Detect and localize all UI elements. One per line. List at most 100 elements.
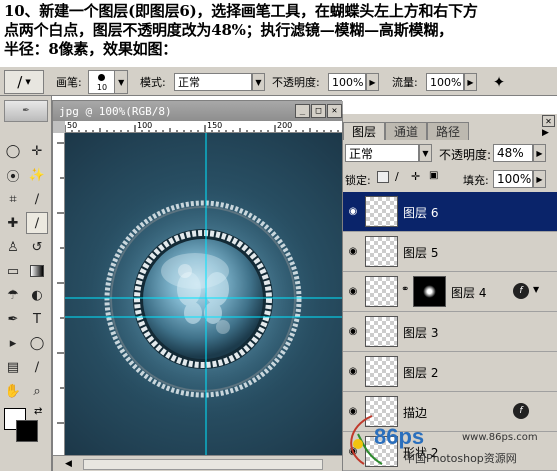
crop-tool-icon[interactable]: ⌗ [2,188,24,210]
flow-label: 流量: [392,76,418,89]
document-window: jpg @ 100%(RGB/8) _ □ ✕ 50 100 150 200 ◀ [52,100,343,471]
layer-thumbnail [365,316,398,347]
layer-row[interactable]: ◉ 图层 5 [343,232,557,272]
instruction-line-1: 10、新建一个图层(即图层6)，选择画笔工具，在蝴蝶头左上方和右下方 [4,2,478,20]
layer-thumbnail [365,356,398,387]
document-title-bar[interactable]: jpg @ 100%(RGB/8) _ □ ✕ [53,101,343,121]
chevron-down-icon[interactable]: ▼ [114,71,127,93]
history-brush-tool-icon[interactable]: ↺ [26,236,48,258]
maximize-icon[interactable]: □ [311,104,326,118]
slice-tool-icon[interactable]: ∕ [26,188,48,210]
vertical-ruler [53,133,65,455]
ruler-tick-label: 100 [137,121,153,130]
opacity-input[interactable]: 100% ▶ [328,73,379,91]
shape-tool-icon[interactable]: ◯ [26,332,48,354]
hand-tool-icon[interactable]: ✋ [2,380,24,402]
panel-close-icon[interactable]: ✕ [542,115,555,127]
healing-brush-tool-icon[interactable]: ✚ [2,212,24,234]
horizontal-scrollbar[interactable] [83,459,323,470]
lock-pixels-icon[interactable]: ∕ [395,170,399,183]
instruction-line-2: 点两个白点，图层不透明度改为48%；执行滤镜—模糊—高斯模糊， [4,21,453,39]
eye-icon[interactable]: ◉ [345,323,361,339]
layer-thumbnail [365,396,398,427]
swap-colors-icon[interactable]: ⇄ [34,406,42,417]
lock-all-icon[interactable]: ▣ [429,170,438,181]
layer-row[interactable]: ◉ ⚭ 图层 4 f ▼ [343,272,557,312]
brush-preset-picker[interactable]: 10 ▼ [88,70,128,94]
magic-wand-tool-icon[interactable]: ✨ [26,164,48,186]
layer-thumbnail [365,196,398,227]
layer-row[interactable]: ◉ 图层 6 [343,192,557,232]
blur-tool-icon[interactable]: ☂ [2,284,24,306]
eye-icon[interactable]: ◉ [345,443,361,459]
airbrush-icon[interactable]: ✦ [488,73,510,91]
marquee-tool-icon[interactable]: ◯ [2,140,24,162]
triangle-right-icon[interactable]: ▶ [464,73,477,91]
notes-tool-icon[interactable]: ▤ [2,356,24,378]
mode-select[interactable]: 正常 ▼ [174,73,265,91]
clone-stamp-tool-icon[interactable]: ♙ [2,236,24,258]
layer-name: 描边 [403,406,428,420]
flow-input[interactable]: 100% ▶ [426,73,477,91]
layer-name: 形状 2 [403,446,439,460]
lasso-tool-icon[interactable]: ⦿ [2,164,24,186]
document-status-bar: ◀ [53,455,343,471]
eye-icon[interactable]: ◉ [345,203,361,219]
feather-logo-icon[interactable]: ✒ [4,100,48,122]
tab-paths[interactable]: 路径 [427,122,470,140]
tab-layers[interactable]: 图层 [343,122,386,140]
lock-transparency-icon[interactable] [377,171,389,183]
eye-icon[interactable]: ◉ [345,403,361,419]
brush-tool-icon[interactable]: ∕ [26,212,48,234]
gradient-tool-icon[interactable] [26,260,48,282]
layer-mask-thumbnail [413,276,446,307]
tab-channels[interactable]: 通道 [385,122,428,140]
path-selection-tool-icon[interactable]: ▸ [2,332,24,354]
navigate-icon[interactable]: ◀ [65,459,72,469]
eraser-tool-icon[interactable]: ▭ [2,260,24,282]
chevron-down-icon[interactable]: ▼ [419,144,432,162]
layer-effects-icon[interactable]: f [513,403,529,419]
options-bar: ∕ ▼ 画笔: 10 ▼ 模式: 正常 ▼ 不透明度: 100% ▶ 流量: 1… [0,66,557,96]
layer-name: 图层 4 [451,286,487,300]
layer-name: 图层 3 [403,326,439,340]
layer-opacity-input[interactable]: 48% ▶ [493,144,546,162]
zoom-tool-icon[interactable]: ⌕ [26,380,48,402]
eye-icon[interactable]: ◉ [345,283,361,299]
layer-row[interactable]: ◉ 图层 2 [343,352,557,392]
fill-input[interactable]: 100% ▶ [493,170,546,188]
move-tool-icon[interactable]: ✛ [26,140,48,162]
eye-icon[interactable]: ◉ [345,363,361,379]
ruler-tick-label: 150 [207,121,223,130]
minimize-icon[interactable]: _ [295,104,310,118]
fill-label: 填充: [463,174,489,187]
brush-size: 10 [96,83,108,92]
ruler-tick-label: 200 [277,121,293,130]
eyedropper-tool-icon[interactable]: ∕ [26,356,48,378]
triangle-right-icon[interactable]: ▶ [366,73,379,91]
layer-row[interactable]: ◉ 形状 2 [343,432,557,471]
canvas[interactable] [65,133,343,455]
instruction-line-3: 半径：8像素，效果如图： [4,40,178,58]
lock-position-icon[interactable]: ✛ [411,170,420,183]
tool-preset-picker[interactable]: ∕ ▼ [4,70,44,94]
panel-menu-icon[interactable]: ▶ [542,128,549,138]
layer-row[interactable]: ◉ 描边 f [343,392,557,432]
blend-mode-select[interactable]: 正常 ▼ [345,144,432,162]
pen-tool-icon[interactable]: ✒ [2,308,24,330]
chevron-down-icon[interactable]: ▼ [533,285,539,294]
lock-label: 锁定: [345,174,371,187]
chevron-down-icon[interactable]: ▼ [252,73,265,91]
layer-effects-icon[interactable]: f [513,283,529,299]
triangle-right-icon[interactable]: ▶ [533,170,546,188]
layers-panel-tabs: 图层 通道 路径 [343,122,470,140]
opacity-label: 不透明度: [272,76,320,89]
triangle-right-icon[interactable]: ▶ [533,144,546,162]
chevron-down-icon: ▼ [25,78,31,86]
eye-icon[interactable]: ◉ [345,243,361,259]
type-tool-icon[interactable]: T [26,308,48,330]
background-color-swatch[interactable] [16,420,38,442]
layer-row[interactable]: ◉ 图层 3 [343,312,557,352]
dodge-tool-icon[interactable]: ◐ [26,284,48,306]
close-icon[interactable]: ✕ [327,104,342,118]
